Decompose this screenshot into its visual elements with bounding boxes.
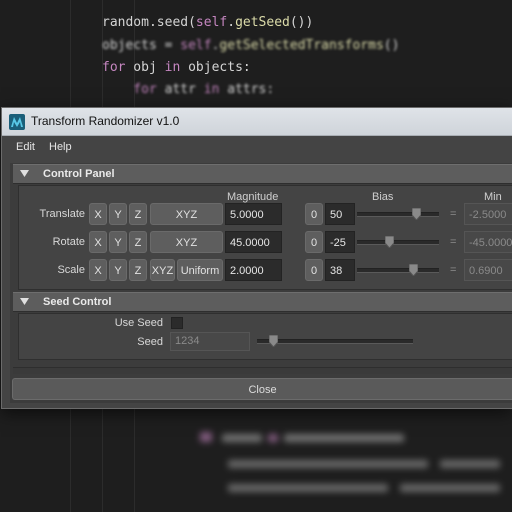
menu-edit[interactable]: Edit: [16, 136, 35, 158]
magnitude-field[interactable]: 2.0000: [225, 259, 282, 281]
row-label: Translate: [39, 208, 85, 220]
code-line: for attr in attrs:: [102, 82, 275, 97]
seed-control-header[interactable]: Seed Control: [13, 292, 512, 312]
code-line: objects = self.getSelectedTransforms(): [102, 38, 400, 53]
bias-field[interactable]: 50: [325, 203, 355, 225]
x-axis-button[interactable]: X: [89, 231, 107, 253]
window-title: Transform Randomizer v1.0: [31, 114, 180, 128]
bias-slider-handle[interactable]: [412, 208, 422, 220]
x-axis-button[interactable]: X: [89, 259, 107, 281]
seed-field[interactable]: 1234: [170, 332, 250, 351]
bias-slider-track[interactable]: [357, 212, 439, 217]
bias-slider-handle[interactable]: [384, 236, 394, 248]
equals-sign: =: [450, 208, 457, 220]
xyz-button[interactable]: XYZ: [150, 259, 175, 281]
bias-slider-track[interactable]: [357, 268, 439, 273]
row-label: Rotate: [52, 236, 85, 248]
separator: [13, 367, 512, 374]
bias-field[interactable]: 38: [325, 259, 355, 281]
column-header-bias: Bias: [372, 191, 394, 203]
code-line: random.seed(self.getSeed()): [102, 15, 314, 30]
z-axis-button[interactable]: Z: [129, 259, 147, 281]
seed-label: Seed: [137, 336, 163, 348]
control-panel-frame: Magnitude Bias Min Translate X Y Z XYZ 5.0000…: [18, 185, 512, 290]
min-field: 0.6900: [464, 259, 512, 281]
bias-reset-button[interactable]: 0: [305, 259, 323, 281]
use-seed-checkbox[interactable]: [171, 317, 183, 329]
collapse-triangle-icon: [20, 170, 29, 177]
magnitude-field[interactable]: 45.0000: [225, 231, 282, 253]
magnitude-field[interactable]: 5.0000: [225, 203, 282, 225]
seed-control-frame: Use Seed Seed 1234: [18, 313, 512, 360]
control-panel-header[interactable]: Control Panel: [13, 164, 512, 184]
equals-sign: =: [450, 264, 457, 276]
close-button[interactable]: Close: [12, 378, 512, 400]
menu-help[interactable]: Help: [49, 136, 72, 158]
xyz-button[interactable]: XYZ: [150, 231, 223, 253]
seed-slider-handle[interactable]: [268, 335, 278, 347]
z-axis-button[interactable]: Z: [129, 231, 147, 253]
title-bar[interactable]: Transform Randomizer v1.0: [2, 108, 512, 136]
section-title: Control Panel: [43, 168, 115, 180]
z-axis-button[interactable]: Z: [129, 203, 147, 225]
seed-slider-track[interactable]: [257, 339, 413, 344]
row-label: Scale: [57, 264, 85, 276]
y-axis-button[interactable]: Y: [109, 203, 127, 225]
section-title: Seed Control: [43, 296, 112, 308]
menu-bar: Edit Help: [2, 136, 512, 158]
maya-app-icon: [9, 114, 25, 130]
bias-slider-handle[interactable]: [408, 264, 418, 276]
min-field: -45.0000: [464, 231, 512, 253]
code-line: for obj in objects:: [102, 60, 251, 75]
xyz-button[interactable]: XYZ: [150, 203, 223, 225]
equals-sign: =: [450, 236, 457, 248]
transform-randomizer-window: Transform Randomizer v1.0 Edit Help Cont…: [1, 107, 512, 409]
y-axis-button[interactable]: Y: [109, 231, 127, 253]
uniform-button[interactable]: Uniform: [177, 259, 223, 281]
collapse-triangle-icon: [20, 298, 29, 305]
y-axis-button[interactable]: Y: [109, 259, 127, 281]
bias-field[interactable]: -25: [325, 231, 355, 253]
min-field: -2.5000: [464, 203, 512, 225]
bias-reset-button[interactable]: 0: [305, 231, 323, 253]
x-axis-button[interactable]: X: [89, 203, 107, 225]
main-content: Control Panel Magnitude Bias Min Transla…: [10, 163, 512, 403]
bias-slider-track[interactable]: [357, 240, 439, 245]
bias-reset-button[interactable]: 0: [305, 203, 323, 225]
